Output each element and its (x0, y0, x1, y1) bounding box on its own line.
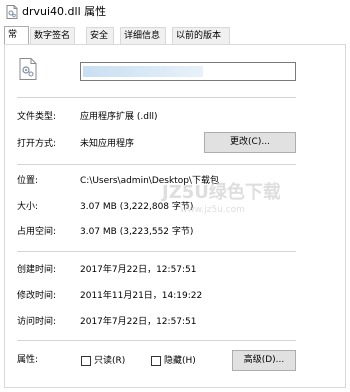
tab-security[interactable]: 安全 (86, 27, 114, 44)
change-button[interactable]: 更改(C)... (204, 132, 296, 153)
created-value: 2017年7月22日，12:57:51 (80, 265, 197, 275)
file-type-label: 文件类型: (17, 112, 57, 122)
hidden-checkbox[interactable] (151, 356, 161, 366)
file-type-value: 应用程序扩展 (.dll) (80, 112, 158, 122)
accessed-value: 2017年7月22日，12:57:51 (80, 317, 197, 327)
tab-previous-versions[interactable]: 以前的版本 (172, 27, 230, 44)
dll-file-icon-large (19, 58, 37, 80)
title-bar: drvui40.dll 属性 (0, 0, 350, 24)
size-on-disk-value: 3.07 MB (3,223,552 字节) (80, 227, 194, 237)
advanced-button[interactable]: 高级(D)... (232, 350, 296, 371)
modified-value: 2011年11月21日，14:19:22 (80, 291, 203, 301)
file-name-redacted (83, 66, 203, 77)
tab-details[interactable]: 详细信息 (120, 27, 166, 44)
size-value: 3.07 MB (3,222,808 字节) (80, 202, 194, 212)
tab-general[interactable]: 常规 (4, 26, 29, 57)
size-label: 大小: (17, 202, 39, 212)
size-on-disk-label: 占用空间: (17, 227, 57, 237)
separator (17, 251, 296, 252)
window-title: drvui40.dll 属性 (22, 5, 107, 18)
readonly-checkbox[interactable] (81, 356, 91, 366)
location-label: 位置: (17, 176, 39, 186)
tab-digital-signatures[interactable]: 数字签名 (30, 27, 75, 44)
file-name-field[interactable] (80, 62, 296, 81)
separator (17, 340, 296, 341)
hidden-label: 隐藏(H) (164, 356, 196, 366)
open-with-label: 打开方式: (17, 139, 57, 149)
separator (17, 164, 296, 165)
modified-label: 修改时间: (17, 291, 57, 301)
separator (17, 97, 296, 98)
dll-file-icon (6, 5, 18, 19)
location-value: C:\Users\admin\Desktop\下载包 (80, 176, 219, 186)
open-with-value: 未知应用程序 (80, 139, 135, 149)
readonly-label: 只读(R) (94, 356, 126, 366)
general-tab-panel (4, 44, 346, 388)
created-label: 创建时间: (17, 265, 57, 275)
accessed-label: 访问时间: (17, 317, 57, 327)
attributes-label: 属性: (17, 355, 39, 365)
